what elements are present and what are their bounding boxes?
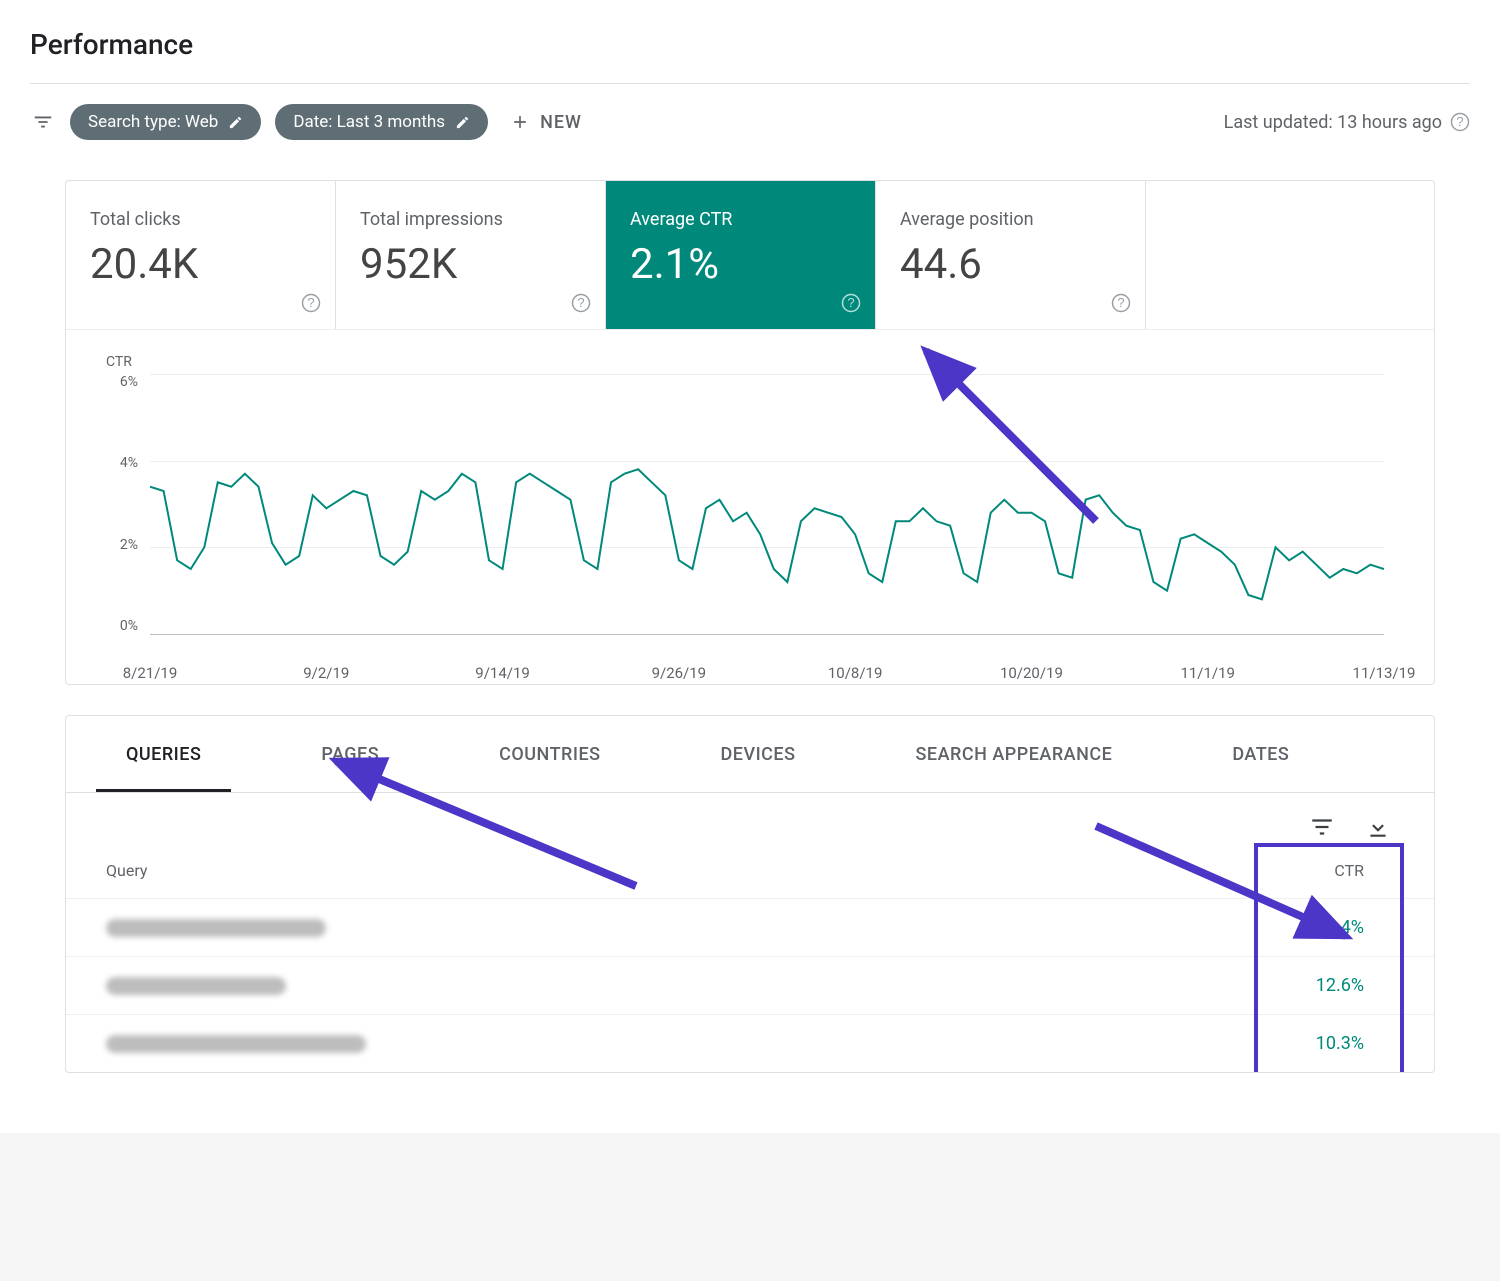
metric-total-impressions[interactable]: Total impressions 952K ? [336, 181, 606, 329]
tabs-row: QUERIES PAGES COUNTRIES DEVICES SEARCH A… [66, 716, 1434, 793]
page-root: Performance Search type: Web Date: Last … [0, 0, 1500, 1133]
tab-countries[interactable]: COUNTRIES [469, 716, 630, 792]
metric-value: 952K [360, 240, 581, 289]
chart-area: CTR 6% 4% 2% 0% 8/21/199/2/199/14/199/26… [66, 330, 1434, 684]
ctr-cell: 10.3% [1244, 1033, 1394, 1054]
filter-icon[interactable] [30, 109, 56, 135]
metric-label: Total impressions [360, 209, 581, 230]
svg-text:?: ? [577, 295, 584, 310]
chart-y-label: CTR [106, 354, 1384, 370]
query-cell [106, 1035, 1244, 1053]
help-icon[interactable]: ? [841, 293, 861, 317]
y-tick: 2% [106, 537, 144, 553]
help-icon[interactable]: ? [301, 293, 321, 317]
plus-icon [510, 112, 530, 132]
new-filter-button[interactable]: NEW [502, 108, 590, 137]
metric-average-ctr[interactable]: Average CTR 2.1% ? [606, 181, 876, 329]
download-icon[interactable] [1362, 811, 1394, 843]
metric-label: Average position [900, 209, 1121, 230]
y-tick: 6% [106, 374, 144, 390]
ctr-cell: 2.4% [1244, 917, 1394, 938]
metric-value: 44.6 [900, 240, 1121, 289]
tab-queries[interactable]: QUERIES [96, 716, 231, 792]
help-icon[interactable]: ? [1450, 112, 1470, 132]
queries-table: Query CTR 2.4% 12.6% 10.3% [66, 843, 1434, 1072]
svg-text:?: ? [307, 295, 314, 310]
tabs-card: QUERIES PAGES COUNTRIES DEVICES SEARCH A… [65, 715, 1435, 1073]
chip-search-type[interactable]: Search type: Web [70, 104, 261, 140]
y-tick: 4% [106, 455, 144, 471]
metric-label: Total clicks [90, 209, 311, 230]
chart-y-axis: 6% 4% 2% 0% [106, 374, 144, 634]
tab-search-appearance[interactable]: SEARCH APPEARANCE [886, 716, 1143, 792]
chart-plot-region [150, 374, 1384, 634]
chart-line [150, 374, 1384, 634]
pencil-icon [228, 115, 243, 130]
col-ctr-header: CTR [1244, 861, 1394, 880]
toolbar-left: Search type: Web Date: Last 3 months NEW [30, 104, 590, 140]
help-icon[interactable]: ? [571, 293, 591, 317]
metric-average-position[interactable]: Average position 44.6 ? [876, 181, 1146, 329]
help-icon[interactable]: ? [1111, 293, 1131, 317]
query-cell [106, 919, 1244, 937]
table-row[interactable]: 12.6% [66, 957, 1434, 1015]
query-cell [106, 977, 1244, 995]
toolbar: Search type: Web Date: Last 3 months NEW… [30, 83, 1470, 180]
x-tick: 9/14/19 [475, 664, 530, 682]
pencil-icon [455, 115, 470, 130]
metric-total-clicks[interactable]: Total clicks 20.4K ? [66, 181, 336, 329]
svg-text:?: ? [1456, 114, 1463, 129]
metrics-row: Total clicks 20.4K ? Total impressions 9… [66, 181, 1434, 330]
tab-dates[interactable]: DATES [1202, 716, 1319, 792]
x-tick: 9/2/19 [303, 664, 349, 682]
x-tick: 10/20/19 [1000, 664, 1063, 682]
col-query-header: Query [106, 861, 1244, 880]
table-row[interactable]: 10.3% [66, 1015, 1434, 1072]
metric-label: Average CTR [630, 209, 851, 230]
svg-text:?: ? [1117, 295, 1124, 310]
last-updated-text: Last updated: 13 hours ago [1224, 112, 1442, 133]
table-row[interactable]: 2.4% [66, 899, 1434, 957]
chip-date-range-label: Date: Last 3 months [293, 112, 445, 132]
y-tick: 0% [106, 618, 144, 634]
chart-holder: 6% 4% 2% 0% 8/21/199/2/199/14/199/26/191… [106, 374, 1384, 654]
x-tick: 10/8/19 [828, 664, 883, 682]
chip-date-range[interactable]: Date: Last 3 months [275, 104, 488, 140]
metric-value: 2.1% [630, 240, 851, 289]
table-tools [66, 793, 1434, 843]
tab-pages[interactable]: PAGES [291, 716, 409, 792]
x-tick: 11/13/19 [1353, 664, 1416, 682]
chip-search-type-label: Search type: Web [88, 112, 218, 132]
page-title: Performance [30, 0, 1470, 83]
performance-card: Total clicks 20.4K ? Total impressions 9… [65, 180, 1435, 685]
metric-value: 20.4K [90, 240, 311, 289]
x-tick: 11/1/19 [1180, 664, 1235, 682]
svg-text:?: ? [847, 295, 854, 310]
x-tick: 9/26/19 [652, 664, 707, 682]
new-filter-label: NEW [540, 112, 582, 133]
table-filter-icon[interactable] [1306, 811, 1338, 843]
tab-devices[interactable]: DEVICES [691, 716, 826, 792]
toolbar-right: Last updated: 13 hours ago ? [1224, 112, 1470, 133]
ctr-cell: 12.6% [1244, 975, 1394, 996]
table-header: Query CTR [66, 843, 1434, 899]
x-tick: 8/21/19 [123, 664, 178, 682]
